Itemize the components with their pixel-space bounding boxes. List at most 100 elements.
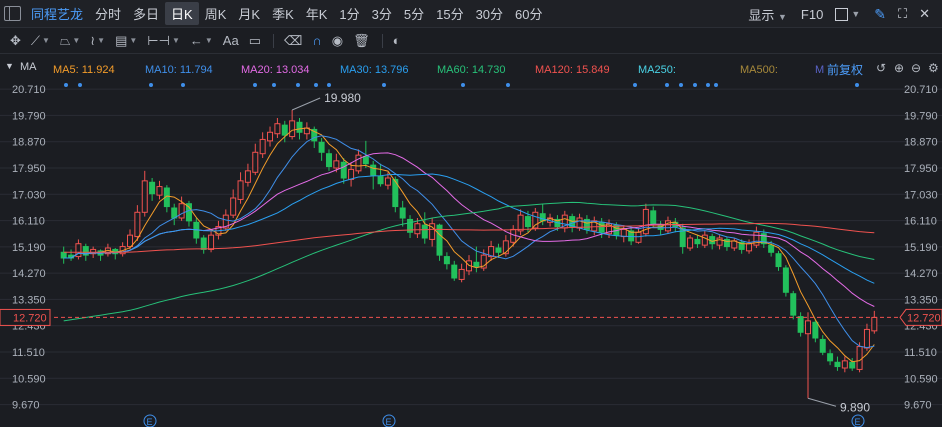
candle-body <box>355 154 362 172</box>
chevron-down-icon[interactable]: ▼ <box>72 36 80 45</box>
ma-legend-item[interactable]: MA60: 14.730 <box>437 64 506 76</box>
signal-marker <box>382 83 386 87</box>
tab-period[interactable]: 3分 <box>366 2 398 25</box>
candle-body <box>524 216 531 228</box>
candle-body <box>804 320 811 335</box>
candle-body <box>348 168 355 180</box>
comment-tool-icon[interactable]: ▭ <box>249 33 261 49</box>
collapse-caret-icon[interactable]: ▼ <box>5 61 14 71</box>
toggle-icon[interactable]: ◐ <box>393 33 401 48</box>
chevron-down-icon[interactable]: ▼ <box>851 9 860 19</box>
y-tick-label-right: 17.030 <box>904 189 938 201</box>
text-tool-icon[interactable]: Aa <box>223 33 239 48</box>
f10-button[interactable]: F10 <box>801 7 823 22</box>
arrow-tool-icon[interactable]: ← <box>190 33 203 48</box>
add-icon[interactable]: ⊕ <box>894 61 904 75</box>
chevron-down-icon[interactable]: ▼ <box>205 36 213 45</box>
y-tick-label-left: 11.510 <box>12 347 45 359</box>
indicator-type[interactable]: MA <box>20 61 37 73</box>
remove-icon[interactable]: ⊖ <box>911 61 921 75</box>
tab-period[interactable]: 30分 <box>470 2 509 25</box>
candle-body <box>414 223 421 235</box>
candle-body <box>296 121 303 133</box>
candle-body <box>856 346 863 370</box>
wave-tool-icon[interactable]: ≀ <box>90 33 95 49</box>
undo-icon[interactable]: ↺ <box>876 61 886 75</box>
signal-marker <box>714 83 718 87</box>
polyline-tool-icon[interactable]: ⏢ <box>60 33 70 49</box>
sidebar-toggle-icon[interactable] <box>4 6 21 21</box>
y-tick-label-right: 14.270 <box>904 268 938 280</box>
tab-period[interactable]: 日K <box>165 2 199 25</box>
ma-legend-item[interactable]: MA120: 15.849 <box>535 64 610 76</box>
crosshair-icon[interactable]: ✥ <box>10 33 21 49</box>
ma-legend-item[interactable]: M <box>815 64 824 76</box>
y-tick-label-left: 17.030 <box>12 189 46 201</box>
candle-body <box>841 360 848 369</box>
display-menu[interactable]: 显示 ▼ <box>748 5 787 24</box>
candle-body <box>333 160 340 169</box>
y-tick-label-left: 9.670 <box>12 400 40 412</box>
fibonacci-tool-icon[interactable]: ▤ <box>115 33 127 49</box>
trash-icon[interactable]: 🗑 <box>353 33 370 49</box>
display-label: 显示 <box>748 7 775 23</box>
candle-body <box>775 253 782 268</box>
tab-period[interactable]: 15分 <box>430 2 469 25</box>
adjust-button[interactable]: 前复权 <box>827 61 863 78</box>
stock-name[interactable]: 同程艺龙 <box>31 4 83 23</box>
expand-icon[interactable]: ⛶ <box>898 6 907 22</box>
candle-body <box>252 151 259 173</box>
ma-legend-item[interactable]: MA500: <box>740 64 778 76</box>
tab-period[interactable]: 1分 <box>333 2 365 25</box>
candle-body <box>60 251 67 259</box>
tab-period[interactable]: 多日 <box>127 2 165 25</box>
eye-icon[interactable]: ◉ <box>332 33 343 49</box>
settings-icon[interactable]: ⚙ <box>928 61 939 75</box>
tab-period[interactable]: 年K <box>300 2 334 25</box>
tab-period[interactable]: 周K <box>199 2 233 25</box>
chevron-down-icon[interactable]: ▼ <box>172 36 180 45</box>
candle-body <box>178 203 185 219</box>
low-label: 9.890 <box>840 400 870 414</box>
signal-marker <box>461 83 465 87</box>
magnet-icon[interactable]: ∩ <box>312 33 321 48</box>
range-tool-icon[interactable]: ⊢⊣ <box>147 33 170 49</box>
ma-legend-item[interactable]: MA20: 13.034 <box>241 64 310 76</box>
signal-marker <box>633 83 637 87</box>
candle-body <box>362 156 369 165</box>
tab-period[interactable]: 5分 <box>398 2 430 25</box>
signal-marker <box>78 83 82 87</box>
chevron-down-icon[interactable]: ▼ <box>97 36 105 45</box>
candle-body <box>267 131 274 142</box>
ma-legend-item[interactable]: MA30: 13.796 <box>340 64 409 76</box>
tab-period[interactable]: 分时 <box>89 2 127 25</box>
y-tick-label-right: 16.110 <box>904 216 937 228</box>
close-icon[interactable]: ✕ <box>919 6 930 22</box>
line-tool-icon[interactable]: ⟋ <box>31 33 40 49</box>
period-tabs: 分时 多日 日K 周K 月K 季K 年K 1分 3分 5分 15分 30分 60分 <box>89 2 549 25</box>
tab-period[interactable]: 月K <box>232 2 266 25</box>
y-tick-label-right: 11.510 <box>904 347 937 359</box>
candle-body <box>532 211 539 229</box>
ma-legend-item[interactable]: MA250: <box>638 64 676 76</box>
y-tick-label-right: 20.710 <box>904 84 938 96</box>
kline-chart[interactable]: 20.710 20.710 19.790 19.790 18.870 18.870 17.9… <box>0 78 942 427</box>
tab-period[interactable]: 60分 <box>509 2 548 25</box>
candle-body <box>318 141 325 153</box>
chevron-down-icon[interactable]: ▼ <box>129 36 137 45</box>
y-tick-label-right: 15.190 <box>904 242 938 254</box>
y-tick-label-right: 10.590 <box>904 373 938 385</box>
eraser-icon[interactable]: ⌫ <box>284 33 302 49</box>
candle-body <box>377 176 384 185</box>
layout-square-icon[interactable] <box>835 7 849 21</box>
ma-legend-item[interactable]: MA5: 11.924 <box>53 64 115 76</box>
ma-legend-item[interactable]: MA10: 11.794 <box>145 64 213 76</box>
candle-body <box>790 293 797 316</box>
candle-body <box>576 217 583 229</box>
pen-icon[interactable]: ✎ <box>874 6 886 23</box>
y-tick-label-right: 18.870 <box>904 137 938 149</box>
y-tick-label-left: 19.790 <box>12 110 46 122</box>
top-right-controls: 显示 ▼ F10 ▼ ✎ ⛶ ✕ <box>748 0 942 28</box>
tab-period[interactable]: 季K <box>266 2 300 25</box>
chevron-down-icon[interactable]: ▼ <box>42 36 50 45</box>
